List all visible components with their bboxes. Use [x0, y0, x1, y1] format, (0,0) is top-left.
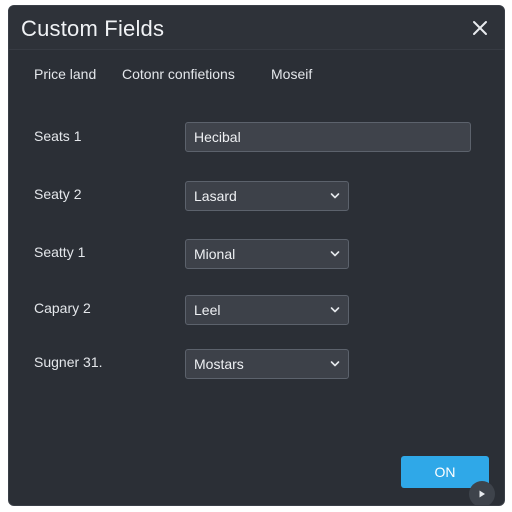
close-button[interactable]	[470, 18, 490, 38]
play-button[interactable]	[469, 481, 495, 505]
chevron-down-icon	[330, 306, 340, 314]
field-label-2: Seaty 2	[34, 186, 82, 202]
text-field-1[interactable]: Hecibal	[185, 122, 471, 152]
select-field-5[interactable]: Mostars	[185, 349, 349, 379]
tab-custom-conditions[interactable]: Cotonr confietions	[122, 66, 235, 82]
field-label-3: Seatty 1	[34, 244, 86, 260]
close-icon	[473, 21, 487, 35]
select-field-3[interactable]: Mional	[185, 239, 349, 269]
dialog-titlebar: Custom Fields	[9, 6, 504, 50]
chevron-down-icon	[330, 192, 340, 200]
select-field-5-value: Mostars	[194, 356, 244, 372]
tab-price-land[interactable]: Price land	[34, 66, 96, 82]
select-field-2[interactable]: Lasard	[185, 181, 349, 211]
select-field-4-value: Leel	[194, 302, 221, 318]
custom-fields-dialog: Custom Fields Price land Cotonr confieti…	[8, 5, 505, 506]
chevron-down-icon	[330, 250, 340, 258]
tab-bar: Price land Cotonr confietions Moseif	[9, 66, 504, 94]
select-field-4[interactable]: Leel	[185, 295, 349, 325]
select-field-3-value: Mional	[194, 246, 236, 262]
field-label-5: Sugner 31.	[34, 354, 103, 370]
play-icon	[479, 490, 485, 498]
chevron-down-icon	[330, 360, 340, 368]
dialog-title: Custom Fields	[21, 16, 165, 41]
select-field-2-value: Lasard	[194, 188, 237, 204]
text-field-1-value: Hecibal	[194, 129, 241, 145]
field-label-1: Seats 1	[34, 128, 82, 144]
field-label-4: Capary 2	[34, 300, 91, 316]
tab-moseif[interactable]: Moseif	[271, 66, 312, 82]
